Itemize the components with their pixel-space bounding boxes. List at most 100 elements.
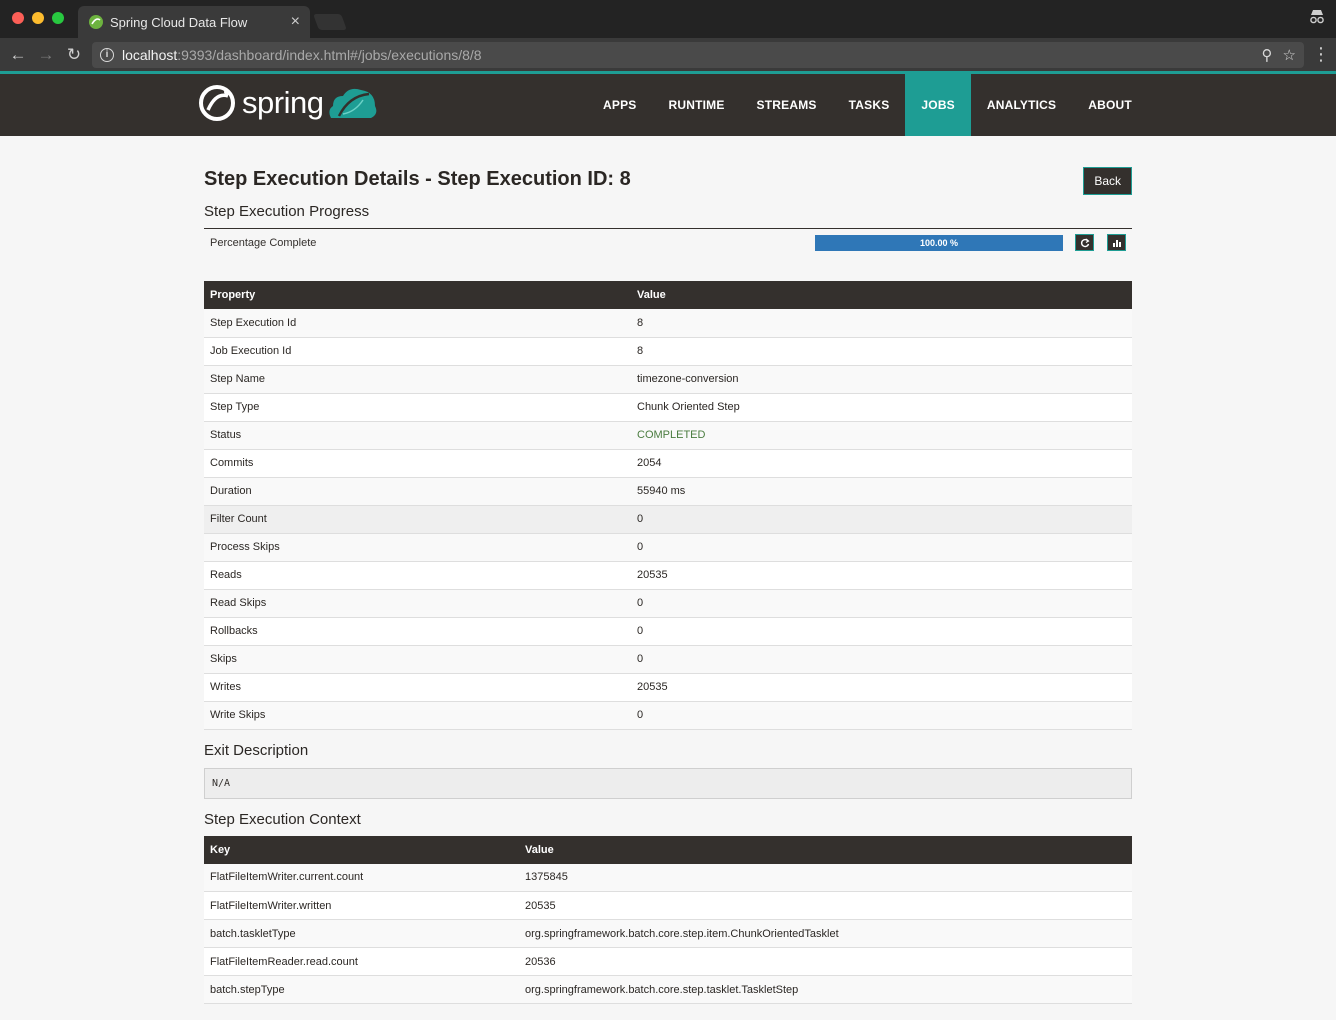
context-value: 1375845 [519, 863, 1132, 892]
nav-apps[interactable]: APPS [587, 74, 652, 136]
property-name: Status [204, 421, 631, 450]
property-name: Duration [204, 477, 631, 506]
table-row: FlatFileItemWriter.current.count 1375845 [204, 863, 1132, 892]
column-header: Key [204, 835, 519, 864]
progress-fill: 100.00 % [815, 234, 1063, 251]
context-value: 20535 [519, 891, 1132, 920]
window-controls [12, 12, 64, 24]
incognito-icon [1310, 10, 1324, 24]
reload-icon[interactable]: ↻ [64, 45, 84, 65]
property-value: 20535 [631, 673, 1132, 702]
table-row: Process Skips 0 [204, 533, 1132, 562]
property-value: 2054 [631, 449, 1132, 478]
table-row: Rollbacks 0 [204, 617, 1132, 646]
table-row: Status COMPLETED [204, 421, 1132, 450]
table-row: Step Execution Id 8 [204, 309, 1132, 338]
table-row: Write Skips 0 [204, 701, 1132, 730]
context-value: org.springframework.batch.core.step.task… [519, 975, 1132, 1004]
new-tab-button[interactable] [313, 14, 347, 30]
table-row: Reads 20535 [204, 561, 1132, 590]
property-name: Writes [204, 673, 631, 702]
main-nav: APPS RUNTIME STREAMS TASKS JOBS ANALYTIC… [587, 74, 1148, 136]
property-value: timezone-conversion [631, 365, 1132, 394]
close-window-button[interactable] [12, 12, 24, 24]
property-value: 8 [631, 337, 1132, 366]
table-row: Step Type Chunk Oriented Step [204, 393, 1132, 422]
forward-arrow-icon[interactable]: → [36, 45, 56, 65]
context-heading: Step Execution Context [204, 810, 361, 828]
nav-tasks[interactable]: TASKS [833, 74, 906, 136]
property-name: Commits [204, 449, 631, 478]
browser-tab-bar: Spring Cloud Data Flow × [0, 0, 1336, 38]
bar-chart-icon [1112, 239, 1121, 247]
nav-about[interactable]: ABOUT [1072, 74, 1148, 136]
browser-tab[interactable]: Spring Cloud Data Flow × [78, 6, 310, 38]
progress-label: Percentage Complete [210, 236, 317, 249]
back-arrow-icon[interactable]: ← [8, 45, 28, 65]
table-row: Writes 20535 [204, 673, 1132, 702]
table-row: FlatFileItemWriter.written 20535 [204, 891, 1132, 920]
context-key: FlatFileItemReader.read.count [204, 947, 519, 976]
refresh-button[interactable] [1075, 234, 1094, 251]
minimize-window-button[interactable] [32, 12, 44, 24]
property-name: Filter Count [204, 505, 631, 534]
property-name: Skips [204, 645, 631, 674]
table-row: Read Skips 0 [204, 589, 1132, 618]
context-value: org.springframework.batch.core.step.item… [519, 919, 1132, 948]
spring-favicon-icon [89, 15, 103, 29]
spring-logo-circle-icon [199, 85, 235, 121]
address-bar[interactable]: i localhost:9393/dashboard/index.html#/j… [92, 41, 1304, 68]
table-row: FlatFileItemReader.read.count 20536 [204, 947, 1132, 976]
property-value: 0 [631, 645, 1132, 674]
progress-bar: 100.00 % [815, 234, 1063, 251]
refresh-icon [1080, 238, 1090, 247]
property-value: 55940 ms [631, 477, 1132, 506]
context-key: batch.stepType [204, 975, 519, 1004]
property-name: Write Skips [204, 701, 631, 730]
nav-jobs[interactable]: JOBS [905, 74, 971, 136]
zoom-icon[interactable]: ⚲ [1262, 46, 1273, 64]
property-name: Rollbacks [204, 617, 631, 646]
nav-streams[interactable]: STREAMS [741, 74, 833, 136]
column-header: Value [631, 281, 1132, 309]
context-key: FlatFileItemWriter.written [204, 891, 519, 920]
table-row: batch.stepType org.springframework.batch… [204, 975, 1132, 1004]
cloud-leaf-icon [329, 88, 377, 118]
nav-analytics[interactable]: ANALYTICS [971, 74, 1072, 136]
app-navbar: spring APPS RUNTIME STREAMS TASKS JOBS A… [0, 74, 1336, 136]
url-host: localhost [122, 46, 178, 63]
main-content: Step Execution Details - Step Execution … [204, 136, 1132, 1004]
property-value: Chunk Oriented Step [631, 393, 1132, 422]
property-value: 0 [631, 701, 1132, 730]
bookmark-star-icon[interactable]: ☆ [1283, 46, 1296, 64]
property-value: 0 [631, 505, 1132, 534]
column-header: Property [204, 281, 631, 309]
property-name: Read Skips [204, 589, 631, 618]
table-row: Filter Count 0 [204, 505, 1132, 534]
maximize-window-button[interactable] [52, 12, 64, 24]
table-row: Commits 2054 [204, 449, 1132, 478]
back-button[interactable]: Back [1083, 167, 1132, 195]
nav-runtime[interactable]: RUNTIME [652, 74, 740, 136]
context-value: 20536 [519, 947, 1132, 976]
table-row: Duration 55940 ms [204, 477, 1132, 506]
table-header-row: Key Value [204, 835, 1132, 864]
tab-close-icon[interactable]: × [291, 13, 300, 31]
chart-button[interactable] [1107, 234, 1126, 251]
property-name: Step Execution Id [204, 309, 631, 338]
property-value: 0 [631, 617, 1132, 646]
url-path: :9393/dashboard/index.html#/jobs/executi… [177, 46, 482, 63]
property-value: 0 [631, 589, 1132, 618]
context-key: batch.taskletType [204, 919, 519, 948]
property-name: Process Skips [204, 533, 631, 562]
table-header-row: Property Value [204, 281, 1132, 309]
property-name: Step Type [204, 393, 631, 422]
table-row: batch.taskletType org.springframework.ba… [204, 919, 1132, 948]
browser-menu-icon[interactable]: ⋮ [1312, 44, 1330, 65]
tab-title: Spring Cloud Data Flow [110, 14, 248, 30]
info-icon[interactable]: i [100, 47, 114, 62]
property-value: 0 [631, 533, 1132, 562]
context-key: FlatFileItemWriter.current.count [204, 863, 519, 892]
spring-logo[interactable]: spring [198, 84, 379, 122]
status-badge: COMPLETED [631, 421, 1132, 450]
